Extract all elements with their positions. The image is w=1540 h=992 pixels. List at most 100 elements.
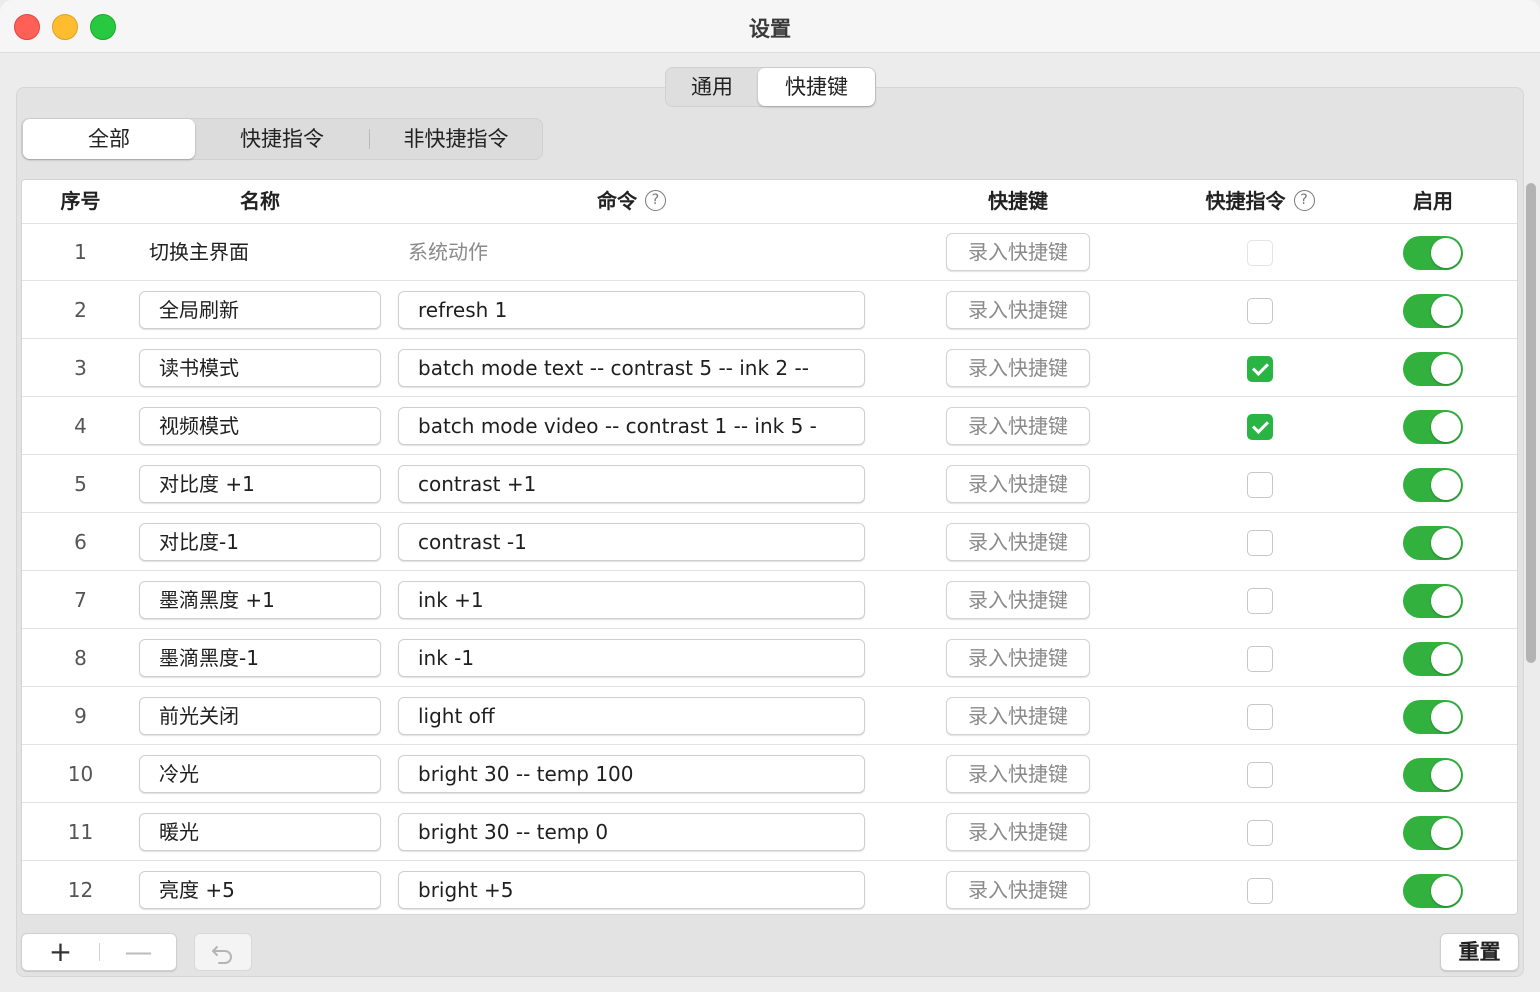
toggle-knob [1431, 296, 1461, 326]
quick-command-checkbox[interactable] [1247, 414, 1273, 440]
table-scrollbar[interactable] [1526, 183, 1536, 663]
enabled-toggle[interactable] [1403, 642, 1463, 676]
header-shortcut[interactable]: 快捷键 [946, 180, 1090, 223]
table-row: 7 墨滴黑度 +1 ink +1 录入快捷键 [22, 571, 1517, 629]
quick-command-checkbox[interactable] [1247, 588, 1273, 614]
record-shortcut-button[interactable]: 录入快捷键 [946, 581, 1090, 619]
name-text: 切换主界面 [149, 240, 249, 264]
row-index: 8 [74, 646, 87, 670]
filter-control: 全部 快捷指令 非快捷指令 [21, 118, 543, 160]
quick-command-checkbox[interactable] [1247, 356, 1273, 382]
record-shortcut-button[interactable]: 录入快捷键 [946, 813, 1090, 851]
name-field[interactable]: 墨滴黑度 +1 [139, 581, 381, 619]
command-field[interactable]: refresh 1 [398, 291, 865, 329]
record-shortcut-button[interactable]: 录入快捷键 [946, 697, 1090, 735]
record-shortcut-button[interactable]: 录入快捷键 [946, 639, 1090, 677]
header-quick-command[interactable]: 快捷指令? [1170, 180, 1350, 223]
enabled-toggle[interactable] [1403, 294, 1463, 328]
header-name[interactable]: 名称 [139, 180, 381, 223]
table-row: 6 对比度-1 contrast -1 录入快捷键 [22, 513, 1517, 571]
toggle-knob [1431, 586, 1461, 616]
shortcut-table: 序号 名称 命令? 快捷键 快捷指令? 启用 1 切换主界面 系统动作 录入快捷键 2 全… [21, 179, 1518, 915]
name-field[interactable]: 冷光 [139, 755, 381, 793]
enabled-toggle[interactable] [1403, 468, 1463, 502]
enabled-toggle[interactable] [1403, 526, 1463, 560]
command-field[interactable]: ink -1 [398, 639, 865, 677]
row-index: 9 [74, 704, 87, 728]
record-shortcut-button[interactable]: 录入快捷键 [946, 871, 1090, 909]
record-shortcut-button[interactable]: 录入快捷键 [946, 755, 1090, 793]
enabled-toggle[interactable] [1403, 816, 1463, 850]
quick-command-checkbox[interactable] [1247, 298, 1273, 324]
table-row: 8 墨滴黑度-1 ink -1 录入快捷键 [22, 629, 1517, 687]
command-field[interactable]: light off [398, 697, 865, 735]
filter-all[interactable]: 全部 [23, 119, 195, 159]
enabled-toggle[interactable] [1403, 700, 1463, 734]
record-shortcut-button[interactable]: 录入快捷键 [946, 465, 1090, 503]
tab-general[interactable]: 通用 [666, 68, 758, 106]
name-field[interactable]: 墨滴黑度-1 [139, 639, 381, 677]
name-field[interactable]: 亮度 +5 [139, 871, 381, 909]
toggle-knob [1431, 528, 1461, 558]
quick-command-checkbox[interactable] [1247, 820, 1273, 846]
command-text: 系统动作 [408, 240, 488, 264]
table-row: 4 视频模式 batch mode video -- contrast 1 -- i… [22, 397, 1517, 455]
command-field[interactable]: ink +1 [398, 581, 865, 619]
quick-command-checkbox[interactable] [1247, 472, 1273, 498]
record-shortcut-button[interactable]: 录入快捷键 [946, 349, 1090, 387]
row-index: 12 [67, 878, 94, 902]
command-field[interactable]: batch mode text -- contrast 5 -- ink 2 -… [398, 349, 865, 387]
filter-non-quick-commands[interactable]: 非快捷指令 [370, 119, 542, 159]
enabled-toggle[interactable] [1403, 758, 1463, 792]
record-shortcut-button[interactable]: 录入快捷键 [946, 291, 1090, 329]
record-shortcut-button[interactable]: 录入快捷键 [946, 407, 1090, 445]
command-help-icon[interactable]: ? [645, 190, 666, 211]
record-shortcut-button[interactable]: 录入快捷键 [946, 233, 1090, 271]
quick-command-checkbox[interactable] [1247, 704, 1273, 730]
toggle-knob [1431, 354, 1461, 384]
command-field[interactable]: batch mode video -- contrast 1 -- ink 5 … [398, 407, 865, 445]
add-row-button[interactable]: + [22, 934, 99, 970]
enabled-toggle[interactable] [1403, 410, 1463, 444]
enabled-toggle[interactable] [1403, 584, 1463, 618]
name-field[interactable]: 暖光 [139, 813, 381, 851]
header-enabled[interactable]: 启用 [1393, 180, 1473, 223]
enabled-toggle[interactable] [1403, 352, 1463, 386]
toggle-knob [1431, 760, 1461, 790]
command-field[interactable]: bright 30 -- temp 0 [398, 813, 865, 851]
enabled-toggle[interactable] [1403, 874, 1463, 908]
remove-row-button[interactable]: — [100, 934, 177, 970]
toggle-knob [1431, 470, 1461, 500]
quick-command-checkbox[interactable] [1247, 530, 1273, 556]
quick-command-checkbox [1247, 240, 1273, 266]
undo-icon [212, 946, 232, 964]
header-index[interactable]: 序号 [22, 180, 139, 223]
name-field[interactable]: 全局刷新 [139, 291, 381, 329]
tab-shortcuts[interactable]: 快捷键 [758, 68, 875, 106]
row-index: 7 [74, 588, 87, 612]
undo-button[interactable] [194, 933, 252, 971]
command-field[interactable]: contrast +1 [398, 465, 865, 503]
table-row: 11 暖光 bright 30 -- temp 0 录入快捷键 [22, 803, 1517, 861]
reset-button[interactable]: 重置 [1440, 933, 1519, 971]
quick-command-help-icon[interactable]: ? [1293, 190, 1315, 211]
toggle-knob [1431, 876, 1461, 906]
toggle-knob [1431, 238, 1461, 268]
enabled-toggle[interactable] [1403, 236, 1463, 270]
name-field[interactable]: 前光关闭 [139, 697, 381, 735]
name-field[interactable]: 读书模式 [139, 349, 381, 387]
quick-command-checkbox[interactable] [1247, 762, 1273, 788]
top-tab-control: 通用 快捷键 [665, 67, 876, 107]
quick-command-checkbox[interactable] [1247, 646, 1273, 672]
command-field[interactable]: bright +5 [398, 871, 865, 909]
name-field[interactable]: 对比度 +1 [139, 465, 381, 503]
header-command[interactable]: 命令? [398, 180, 865, 223]
name-field[interactable]: 对比度-1 [139, 523, 381, 561]
command-field[interactable]: contrast -1 [398, 523, 865, 561]
quick-command-checkbox[interactable] [1247, 878, 1273, 904]
settings-window: 设置 通用 快捷键 全部 快捷指令 非快捷指令 序号 名称 命令? 快捷键 快捷… [0, 0, 1540, 992]
record-shortcut-button[interactable]: 录入快捷键 [946, 523, 1090, 561]
command-field[interactable]: bright 30 -- temp 100 [398, 755, 865, 793]
name-field[interactable]: 视频模式 [139, 407, 381, 445]
filter-quick-commands[interactable]: 快捷指令 [196, 119, 368, 159]
